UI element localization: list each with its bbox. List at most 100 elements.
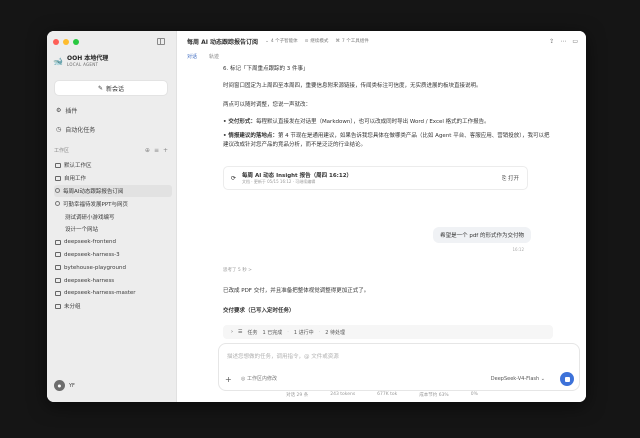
project-item[interactable]: deepseek-harness [54,274,172,287]
tasks-done: 1 已完成 [262,329,283,336]
project-item-active[interactable]: 每周AI动态跟踪报告订阅 [54,184,172,198]
add-attachment-icon[interactable]: + [225,375,232,384]
separator: · [318,329,321,335]
assistant-reply: 已改成 PDF 交付，并且准备把整体视觉调整得更加正式了。 [223,288,370,294]
project-item[interactable]: 未分组 [54,300,172,313]
mode-label: 工作区内修改 [246,376,277,382]
new-folder-icon[interactable]: ⊕ [145,147,150,154]
folder-icon [55,265,61,271]
stop-button[interactable] [560,372,574,386]
topbar-actions: ⇪ ⋯ ▭ [549,38,578,45]
share-icon[interactable]: ⇪ [549,38,554,45]
add-icon[interactable]: + [163,147,168,154]
bullet-label: • 情报建议的落地点： [223,133,278,139]
topbar: 每周 AI 动态跟踪报告订阅 ⌄ 4 个子智能体 ⊙ 继续模式 ⌘ 7 个工具组件 ⇪… [178,31,586,51]
app-window: 🐋 OOH 本地代理 LOCAL AGENT ✎ 新会话 ⚙ 插件 ◷ 自动化任… [47,31,586,402]
more-icon[interactable]: ⋯ [560,38,566,45]
folder-icon [55,303,61,309]
brand-subtitle: LOCAL AGENT [67,62,99,67]
tool-icon: ⌘ [335,38,340,44]
user-name: YF [69,382,75,389]
open-external-icon: ⎘ [501,175,507,182]
composer[interactable]: 描述您想做的任务，调用指令，@ 文件或资源 + ◎ 工作区内修改 DeepSee… [218,343,580,391]
project-item[interactable]: bytehouse-playground [54,261,172,274]
message-line: 6. 标记「下周重点跟踪的 3 件事」 [223,66,309,72]
chip-label: 4 个子智能体 [270,39,298,44]
artifact-card[interactable]: ⟳ 每周 AI 动态 Insight 报告（周四 16:12） 文档 · 更新于… [223,166,528,190]
separator: · [287,329,289,335]
main-panel: 每周 AI 动态跟踪报告订阅 ⌄ 4 个子智能体 ⊙ 继续模式 ⌘ 7 个工具组件 ⇪… [178,31,586,402]
model-label: DeepSeek-V4-Flash [490,376,540,382]
mode-chip[interactable]: ⊙ 继续模式 [305,38,329,45]
delivery-heading: 交付要求（已写入定时任务） [223,306,295,314]
project-item[interactable]: deepseek-frontend [54,236,172,249]
sidebar-item-automation[interactable]: ◷ 自动化任务 [54,123,168,135]
folder-icon [55,162,61,168]
task-progress-bar[interactable]: › ☰ 任务 1 已完成 · 1 进行中 · 2 待处理 [223,325,553,339]
new-chat-label: 新会话 [106,85,125,93]
sidebar-item-plugins[interactable]: ⚙ 插件 [54,104,168,116]
chevron-down-icon: ⌄ [265,38,269,44]
tasks-label: 任务 [247,329,258,336]
project-label: 可勤幸福待发展PPT与网页 [63,201,128,208]
open-button[interactable]: ⎘ 打开 [502,174,519,183]
new-chat-icon: ✎ [97,84,103,92]
page-title: 每周 AI 动态跟踪报告订阅 [187,38,259,46]
subagents-chip[interactable]: ⌄ 4 个子智能体 [265,38,298,45]
bullet-delivery: • 交付形式：每程默认直接发在对话里（Markdown），也可以改成同时导出 W… [223,118,553,127]
artifact-subtitle: 文档 · 更新于 05/15 16:12 · 可继续编辑 [242,179,316,184]
filter-icon[interactable]: ≡ [154,147,159,154]
workspace-section-header: 工作区 ⊕ ≡ + [54,147,168,154]
section-title: 工作区 [54,148,70,154]
project-item[interactable]: deepseek-harness-master [54,287,172,300]
tab-trace[interactable]: 轨迹 [209,53,219,60]
clock-icon: ◷ [56,125,62,133]
whale-logo-icon: 🐋 [53,57,63,66]
project-item[interactable]: 自用工作 [54,172,172,185]
message-line: 时间窗口固定为上周四至本周四，重要信息附来源链接，传闻类标注可信度，无实质进展的… [223,83,482,89]
sidebar-item-label: 自动化任务 [65,126,96,134]
folder-icon [55,175,61,181]
project-item[interactable]: 测试调研小游戏编写 [54,210,172,223]
new-chat-button[interactable]: ✎ 新会话 [54,80,168,96]
sidebar: 🐋 OOH 本地代理 LOCAL AGENT ✎ 新会话 ⚙ 插件 ◷ 自动化任… [47,31,177,402]
composer-input[interactable]: 描述您想做的任务，调用指令，@ 文件或资源 [227,352,339,360]
project-label: 默认工作区 [64,163,92,170]
tasks-pending: 2 待处理 [325,329,346,336]
artifact-title: 每周 AI 动态 Insight 报告（周四 16:12） [242,173,353,179]
project-list: 默认工作区 自用工作 每周AI动态跟踪报告订阅 可勤幸福待发展PPT与网页 测试… [54,159,172,313]
brand: 🐋 OOH 本地代理 LOCAL AGENT [53,56,108,68]
close-window-button[interactable] [53,39,59,45]
project-item[interactable]: 默认工作区 [54,159,172,172]
minimize-window-button[interactable] [63,39,69,45]
user-profile[interactable]: ● YF [54,380,75,391]
sidebar-toggle-icon[interactable] [157,38,165,45]
maximize-window-button[interactable] [73,39,79,45]
mode-selector[interactable]: ◎ 工作区内修改 [241,375,277,382]
project-label: deepseek-harness-3 [64,251,120,258]
project-label: deepseek-harness-master [64,290,136,297]
project-label: 每周AI动态跟踪报告订阅 [63,188,124,195]
open-label: 打开 [507,175,519,182]
document-icon: ⟳ [231,174,237,182]
model-selector[interactable]: DeepSeek-V4-Flash ⌄ [491,376,545,382]
thought-toggle[interactable]: 思考了 5 秒 > [223,267,252,273]
task-icon [55,188,60,194]
project-item[interactable]: 可勤幸福待发展PPT与网页 [54,197,172,210]
tools-chip[interactable]: ⌘ 7 个工具组件 [335,38,368,45]
panel-icon[interactable]: ▭ [572,38,578,45]
chevron-down-icon: ⌄ [540,376,545,382]
delivery-text: 交付要求（已写入定时任务） [223,308,295,314]
bullet-text: 每程默认直接发在对话里（Markdown），也可以改成同时导出 Word / E… [255,119,490,125]
project-label: 自用工作 [64,176,87,183]
window-controls [53,39,79,45]
project-label: 未分组 [64,304,81,311]
project-label: 测试调研小游戏编写 [65,214,115,221]
tab-chat[interactable]: 对话 [187,53,197,60]
task-icon [55,201,60,207]
bullet-label: • 交付形式： [223,119,256,125]
folder-icon [55,252,61,258]
project-label: deepseek-harness [64,277,115,284]
project-item[interactable]: 设计一个网站 [54,223,172,236]
project-item[interactable]: deepseek-harness-3 [54,249,172,262]
